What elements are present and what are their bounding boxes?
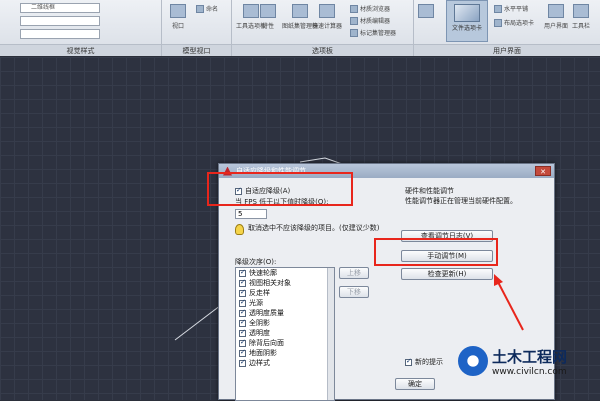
viewport-config-button[interactable]: 视口 <box>170 4 186 30</box>
list-item-checkbox[interactable] <box>239 308 246 317</box>
list-item-checkbox[interactable] <box>239 268 246 277</box>
list-item-label: 透明度 <box>249 329 270 337</box>
named-button[interactable]: 命名 <box>196 4 218 13</box>
degradation-order-list[interactable]: 快速轮廓视图相关对象反走样光源透明度质量全阴影透明度除背后向面地面阴影边样式 <box>235 267 335 401</box>
visual-style-combo-2[interactable] <box>20 16 100 26</box>
material-editor-button[interactable]: 材质编辑器 <box>350 16 390 25</box>
ui-icon <box>548 4 564 18</box>
material-icon <box>350 4 358 13</box>
lightbulb-icon <box>235 224 244 235</box>
palettes-panel: 工具选项板 特性 图纸集管理器 快速计算器 材质浏览器 材质编辑器 标记集管理器… <box>232 0 414 56</box>
order-label: 降级次序(O): <box>235 258 277 266</box>
calculator-icon <box>319 4 335 18</box>
list-item-label: 反走样 <box>249 289 270 297</box>
new-hint-check[interactable] <box>405 357 412 366</box>
new-hint-checkbox[interactable]: 新的提示 <box>405 357 443 367</box>
list-item-label: 透明度质量 <box>249 309 284 317</box>
tool-palette-icon <box>243 4 259 18</box>
visual-style-combo-3[interactable] <box>20 29 100 39</box>
highlight-box-adaptive <box>207 172 353 206</box>
list-item-label: 视图相关对象 <box>249 279 291 287</box>
list-item-checkbox[interactable] <box>239 348 246 357</box>
list-item[interactable]: 除背后向面 <box>236 338 334 348</box>
list-item[interactable]: 透明度 <box>236 328 334 338</box>
properties-icon <box>260 4 276 18</box>
layout-tabs-button[interactable]: 布局选项卡 <box>494 18 534 27</box>
panel-label-user-interface: 用户界面 <box>414 44 600 56</box>
list-item[interactable]: 反走样 <box>236 288 334 298</box>
markup-icon <box>350 28 358 37</box>
list-item-label: 光源 <box>249 299 263 307</box>
move-down-button[interactable]: 下移 <box>339 286 369 298</box>
toolbar-icon <box>573 4 589 18</box>
fps-input[interactable]: 5 <box>235 209 267 219</box>
watermark: 土木工程网 www.civilcn.com <box>458 342 598 380</box>
list-item-checkbox[interactable] <box>239 338 246 347</box>
list-item-checkbox[interactable] <box>239 278 246 287</box>
list-item-label: 全阴影 <box>249 319 270 327</box>
render-button[interactable] <box>418 4 434 21</box>
check-update-button[interactable]: 检查更新(H) <box>401 268 493 280</box>
markup-set-button[interactable]: 标记集管理器 <box>350 28 396 37</box>
layout-icon <box>494 18 502 27</box>
list-item[interactable]: 快速轮廓 <box>236 268 334 278</box>
list-item-checkbox[interactable] <box>239 358 246 367</box>
list-item[interactable]: 地面阴影 <box>236 348 334 358</box>
named-icon <box>196 4 204 13</box>
render-icon <box>418 4 434 18</box>
list-item[interactable]: 全阴影 <box>236 318 334 328</box>
panel-label-visual-styles: 视觉样式 <box>0 44 161 56</box>
toolbar-button[interactable]: 工具栏 <box>572 4 590 30</box>
list-item[interactable]: 边样式 <box>236 358 334 368</box>
list-item-label: 边样式 <box>249 359 270 367</box>
list-item-checkbox[interactable] <box>239 318 246 327</box>
file-tabs-button[interactable]: 文件选项卡 <box>446 0 488 42</box>
material-browser-button[interactable]: 材质浏览器 <box>350 4 390 13</box>
ok-button[interactable]: 确定 <box>395 378 435 390</box>
properties-button[interactable]: 特性 <box>260 4 276 30</box>
viewport-icon <box>170 4 186 18</box>
horizontal-tile-button[interactable]: 水平平铺 <box>494 4 528 13</box>
list-item-checkbox[interactable] <box>239 328 246 337</box>
sheet-set-icon <box>292 4 308 18</box>
watermark-url: www.civilcn.com <box>492 366 567 377</box>
list-item-checkbox[interactable] <box>239 288 246 297</box>
panel-label-palettes: 选项板 <box>232 44 413 56</box>
watermark-logo-icon <box>458 346 488 376</box>
user-interface-panel: 水平平铺 布局选项卡 用户界面 工具栏 用户界面 <box>414 0 600 56</box>
list-item-label: 除背后向面 <box>249 339 284 347</box>
visual-styles-panel: 二维线框 视觉样式 <box>0 0 162 56</box>
list-item[interactable]: 视图相关对象 <box>236 278 334 288</box>
list-item-label: 快速轮廓 <box>249 269 277 277</box>
panel-label-model-viewports: 模型视口 <box>162 44 231 56</box>
file-tabs-icon <box>454 4 480 22</box>
close-button[interactable]: ✕ <box>535 166 551 176</box>
highlight-box-manual <box>374 238 498 266</box>
list-item[interactable]: 光源 <box>236 298 334 308</box>
degradation-hint: 取消选中不应该降级的项目。(仅建议少数) <box>235 224 385 235</box>
model-viewports-panel: 视口 命名 模型视口 <box>162 0 232 56</box>
move-up-button[interactable]: 上移 <box>339 267 369 279</box>
list-item-checkbox[interactable] <box>239 298 246 307</box>
list-item[interactable]: 透明度质量 <box>236 308 334 318</box>
ribbon: 二维线框 视觉样式 视口 命名 模型视口 工具选项板 特性 图纸集管理器 快速计… <box>0 0 600 56</box>
list-scrollbar[interactable] <box>327 268 334 400</box>
hw-title: 硬件和性能调节 <box>405 187 454 195</box>
tile-icon <box>494 4 502 13</box>
visual-style-combo[interactable]: 二维线框 <box>20 3 100 13</box>
user-interface-button[interactable]: 用户界面 <box>544 4 568 30</box>
watermark-text: 土木工程网 <box>492 347 568 366</box>
list-item-label: 地面阴影 <box>249 349 277 357</box>
quick-calc-button[interactable]: 快速计算器 <box>312 4 342 30</box>
hw-description: 性能调节器正在管理当前硬件配置。 <box>405 197 517 205</box>
material-editor-icon <box>350 16 358 25</box>
